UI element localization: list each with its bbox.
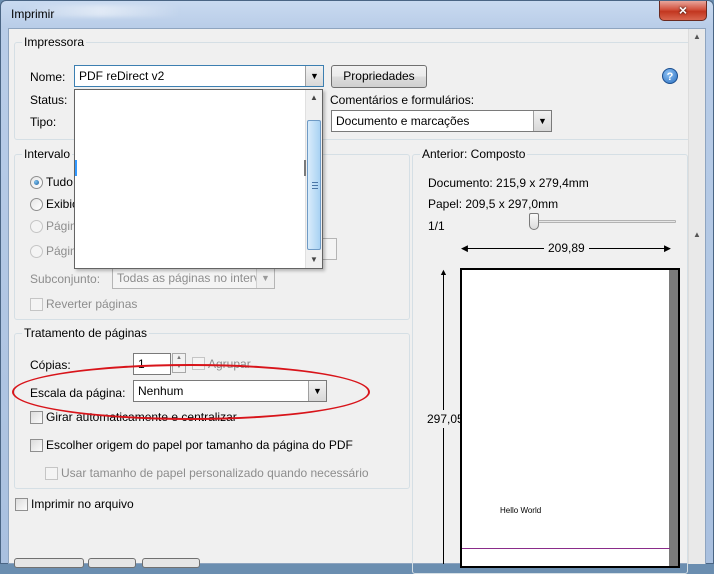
custom-paper-size-checkbox[interactable] [45, 467, 58, 480]
auto-rotate-checkbox[interactable] [30, 411, 43, 424]
print-to-file-label: Imprimir no arquivo [31, 497, 134, 511]
printer-dropdown-list[interactable]: ▲ ▼ [74, 89, 323, 269]
subset-value: Todas as páginas no interv [117, 271, 260, 285]
annotation-ellipse [12, 364, 370, 420]
chevron-down-icon[interactable]: ▼ [305, 66, 323, 86]
choose-paper-source-checkbox[interactable] [30, 439, 43, 452]
page-handling-group-label: Tratamento de páginas [22, 326, 149, 340]
subset-select[interactable]: Todas as páginas no interv ▼ [112, 267, 275, 289]
printer-name-value: PDF reDirect v2 [79, 69, 165, 83]
page-range-input-edge[interactable] [322, 238, 337, 260]
grip-line [312, 188, 318, 189]
grip-line [312, 185, 318, 186]
dropdown-caret [304, 160, 306, 176]
current-page-label: Págin [46, 219, 77, 233]
comments-forms-label: Comentários e formulários: [330, 93, 475, 107]
scroll-down-icon[interactable]: ▼ [306, 252, 322, 268]
all-pages-label: Tudo [46, 175, 73, 189]
grip-line [312, 182, 318, 183]
dropdown-selection-marker [75, 160, 77, 176]
properties-button[interactable]: Propriedades [331, 65, 427, 88]
close-button[interactable]: × [659, 1, 707, 21]
window-title: Imprimir [11, 7, 55, 21]
scroll-up-icon[interactable]: ▲ [306, 90, 322, 106]
type-label: Tipo: [30, 115, 57, 129]
preview-page-shadow [669, 270, 678, 566]
scroll-up-icon[interactable]: ▲ [689, 227, 705, 243]
comments-forms-value: Documento e marcações [336, 114, 470, 128]
current-view-radio[interactable] [30, 198, 43, 211]
footer-button[interactable] [14, 558, 84, 568]
preview-page-text: Hello World [500, 506, 542, 515]
width-dimension-label: 209,89 [544, 241, 589, 255]
reverse-pages-label: Reverter páginas [46, 297, 138, 311]
status-label: Status: [30, 93, 68, 107]
preview-page: Hello World [460, 268, 680, 568]
page-counter-text: 1/1 [428, 219, 445, 233]
preview-group-label: Anterior: Composto [420, 147, 528, 161]
arrow-right-icon: ▶ [664, 243, 671, 253]
spin-up-icon[interactable]: ▲ [173, 354, 185, 363]
preview-page-margin-line [462, 548, 670, 549]
scroll-up-icon[interactable]: ▲ [689, 29, 705, 45]
help-icon[interactable]: ? [662, 68, 678, 84]
printer-name-label: Nome: [30, 70, 66, 84]
chevron-down-icon[interactable]: ▼ [533, 111, 551, 131]
all-pages-radio[interactable] [30, 176, 43, 189]
chevron-down-icon[interactable]: ▼ [256, 268, 274, 288]
comments-forms-select[interactable]: Documento e marcações ▼ [331, 110, 552, 132]
page-range-label: Págin [46, 244, 77, 258]
arrow-up-icon: ▲ [439, 267, 448, 277]
reverse-pages-checkbox[interactable] [30, 298, 43, 311]
custom-paper-size-label: Usar tamanho de papel personalizado quan… [61, 466, 369, 480]
range-group-label: Intervalo [22, 147, 73, 161]
page-range-radio[interactable] [30, 245, 43, 258]
preview-page-slider-thumb[interactable] [529, 213, 539, 230]
subset-label: Subconjunto: [30, 272, 101, 286]
print-to-file-checkbox[interactable] [15, 498, 28, 511]
copies-label: Cópias: [30, 358, 71, 372]
current-page-radio[interactable] [30, 220, 43, 233]
document-size-text: Documento: 215,9 x 279,4mm [428, 176, 589, 190]
paper-size-text: Papel: 209,5 x 297,0mm [428, 197, 559, 211]
printer-name-select[interactable]: PDF reDirect v2 ▼ [74, 65, 324, 87]
arrow-left-icon: ◀ [461, 243, 468, 253]
dropdown-scrollbar[interactable]: ▲ ▼ [305, 90, 322, 268]
preview-page-slider-track[interactable] [530, 220, 676, 223]
scroll-thumb[interactable] [307, 120, 321, 250]
height-dimension-label: 297,05 [427, 410, 464, 428]
footer-button[interactable] [142, 558, 200, 568]
dialog-scrollbar[interactable]: ▲ ▲ [688, 29, 705, 564]
printer-group-label: Impressora [22, 35, 87, 49]
choose-paper-source-label: Escolher origem do papel por tamanho da … [46, 438, 353, 452]
footer-button[interactable] [88, 558, 136, 568]
